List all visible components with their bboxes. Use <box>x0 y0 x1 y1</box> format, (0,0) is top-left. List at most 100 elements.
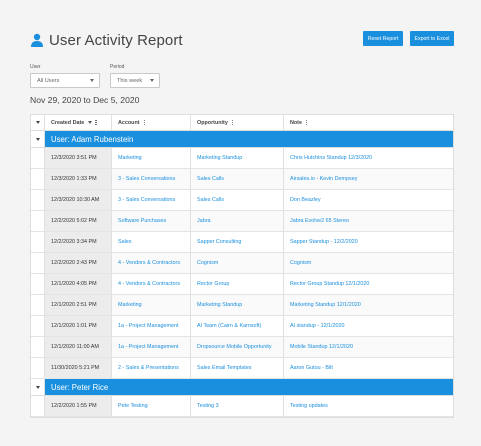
account-link[interactable]: 1a - Project Management <box>112 337 191 357</box>
caret-down-icon <box>35 121 40 124</box>
note-link[interactable]: AI standup - 12/1/2020 <box>284 316 453 336</box>
note-link[interactable]: Rector Group Standup 12/1/2020 <box>284 274 453 294</box>
table-row[interactable]: 12/1/2020 2:51 PM Marketing Marketing Stan… <box>31 295 453 316</box>
column-menu-icon[interactable] <box>143 119 145 126</box>
opportunity-link[interactable]: AI Team (Cairn & Karnsoft) <box>191 316 284 336</box>
row-spacer <box>31 295 45 315</box>
period-filter: Period This week <box>110 64 160 88</box>
account-link[interactable]: 4 - Vendors & Contractors <box>112 253 191 273</box>
table-row[interactable]: 12/3/2020 10:30 AM 3 - Sales Conversation… <box>31 190 453 211</box>
note-link[interactable]: Testing updates <box>284 396 453 416</box>
row-spacer <box>31 337 45 357</box>
column-menu-icon[interactable] <box>95 119 97 126</box>
group-label: User: Peter Rice <box>45 379 453 395</box>
note-link[interactable]: Don Beazley <box>284 190 453 210</box>
table-row[interactable]: 12/3/2020 3:51 PM Marketing Marketing Stan… <box>31 148 453 169</box>
note-link[interactable]: Jabra Evolve2 65 Stereo <box>284 211 453 231</box>
chevron-down-icon <box>150 79 154 82</box>
account-link[interactable]: 3 - Sales Conversations <box>112 190 191 210</box>
column-header-label: Account <box>118 119 140 126</box>
group-label: User: Adam Rubenstein <box>45 131 453 147</box>
created-date-cell: 12/2/2020 1:55 PM <box>45 396 112 416</box>
caret-down-icon <box>35 137 40 141</box>
created-date-cell: 12/1/2020 1:01 PM <box>45 316 112 336</box>
column-header-note[interactable]: Note <box>284 115 453 130</box>
table-row[interactable]: 12/1/2020 4:05 PM 4 - Vendors & Contracto… <box>31 274 453 295</box>
table-row[interactable]: 12/2/2020 3:34 PM Sales Sapper Consulting S… <box>31 232 453 253</box>
opportunity-link[interactable]: Sales Email Templates <box>191 358 284 378</box>
opportunity-link[interactable]: Marketing Standup <box>191 295 284 315</box>
user-filter-label: User <box>30 64 41 70</box>
note-link[interactable]: Marketing Standup 12/1/2020 <box>284 295 453 315</box>
reset-report-button[interactable]: Reset Report <box>363 31 403 46</box>
opportunity-link[interactable]: Dropsource Mobile Opportunity <box>191 337 284 357</box>
row-spacer <box>31 274 45 294</box>
group-toggle[interactable] <box>31 379 45 395</box>
note-link[interactable]: Airsales.io - Kevin Dempsey <box>284 169 453 189</box>
activity-grid: Created Date Account Opportunity Note Us… <box>30 114 454 418</box>
account-link[interactable]: Marketing <box>112 295 191 315</box>
account-link[interactable]: Pete Testing <box>112 396 191 416</box>
period-filter-label: Period <box>110 64 125 70</box>
column-header-created-date[interactable]: Created Date <box>45 115 112 130</box>
column-header-label: Note <box>290 119 302 126</box>
note-link[interactable]: Chris Hutchins Standup 12/3/2020 <box>284 148 453 168</box>
sort-descending-icon[interactable] <box>88 120 93 124</box>
note-link[interactable]: Mobile Standup 12/1/2020 <box>284 337 453 357</box>
table-row[interactable]: 12/2/2020 5:02 PM Software Purchases Jabra… <box>31 211 453 232</box>
table-row[interactable]: 12/1/2020 11:00 AM 1a - Project Managemen… <box>31 337 453 358</box>
opportunity-link[interactable]: Sales Calls <box>191 190 284 210</box>
note-link[interactable]: Aaron Gutou - Bilt <box>284 358 453 378</box>
export-to-excel-button[interactable]: Export to Excel <box>410 31 454 46</box>
column-menu-icon[interactable] <box>231 119 234 126</box>
grid-body: User: Adam Rubenstein 12/3/2020 3:51 PM Ma… <box>31 131 453 417</box>
created-date-cell: 12/2/2020 3:34 PM <box>45 232 112 252</box>
table-row[interactable]: 11/30/2020 5:21 PM 2 - Sales & Presentati… <box>31 358 453 379</box>
user-select[interactable]: All Users <box>30 73 100 88</box>
row-spacer <box>31 211 45 231</box>
opportunity-link[interactable]: Sapper Consulting <box>191 232 284 252</box>
opportunity-link[interactable]: Sales Calls <box>191 169 284 189</box>
period-select[interactable]: This week <box>110 73 160 88</box>
account-link[interactable]: Software Purchases <box>112 211 191 231</box>
account-link[interactable]: Sales <box>112 232 191 252</box>
opportunity-link[interactable]: Rector Group <box>191 274 284 294</box>
row-spacer <box>31 232 45 252</box>
column-header-label: Created Date <box>51 119 85 126</box>
group-row[interactable]: User: Adam Rubenstein <box>31 131 453 148</box>
page-header: User Activity Report <box>30 30 183 50</box>
account-link[interactable]: 2 - Sales & Presentations <box>112 358 191 378</box>
grid-header: Created Date Account Opportunity Note <box>31 115 453 131</box>
opportunity-link[interactable]: Cognism <box>191 253 284 273</box>
column-menu-icon[interactable] <box>305 119 308 126</box>
account-link[interactable]: Marketing <box>112 148 191 168</box>
table-row[interactable]: 12/2/2020 2:43 PM 4 - Vendors & Contracto… <box>31 253 453 274</box>
note-link[interactable]: Sapper Standup - 12/2/2020 <box>284 232 453 252</box>
user-icon <box>31 33 43 47</box>
table-row[interactable]: 12/2/2020 1:55 PM Pete Testing Testing 3 Te… <box>31 396 453 417</box>
table-row[interactable]: 12/1/2020 1:01 PM 1a - Project Management… <box>31 316 453 337</box>
opportunity-link[interactable]: Marketing Standup <box>191 148 284 168</box>
group-row[interactable]: User: Peter Rice <box>31 379 453 396</box>
row-spacer <box>31 148 45 168</box>
created-date-cell: 12/1/2020 11:00 AM <box>45 337 112 357</box>
created-date-cell: 12/1/2020 2:51 PM <box>45 295 112 315</box>
created-date-cell: 11/30/2020 5:21 PM <box>45 358 112 378</box>
note-link[interactable]: Cognism <box>284 253 453 273</box>
created-date-cell: 12/3/2020 3:51 PM <box>45 148 112 168</box>
account-link[interactable]: 3 - Sales Conversations <box>112 169 191 189</box>
row-spacer <box>31 253 45 273</box>
group-toggle[interactable] <box>31 131 45 147</box>
row-spacer <box>31 190 45 210</box>
column-header-account[interactable]: Account <box>112 115 191 130</box>
row-spacer <box>31 316 45 336</box>
account-link[interactable]: 4 - Vendors & Contractors <box>112 274 191 294</box>
opportunity-link[interactable]: Jabra <box>191 211 284 231</box>
table-row[interactable]: 12/3/2020 1:33 PM 3 - Sales Conversations… <box>31 169 453 190</box>
period-select-value: This week <box>117 77 143 84</box>
column-header-opportunity[interactable]: Opportunity <box>191 115 284 130</box>
account-link[interactable]: 1a - Project Management <box>112 316 191 336</box>
collapse-all-toggle[interactable] <box>31 115 45 130</box>
opportunity-link[interactable]: Testing 3 <box>191 396 284 416</box>
user-select-value: All Users <box>37 77 60 84</box>
